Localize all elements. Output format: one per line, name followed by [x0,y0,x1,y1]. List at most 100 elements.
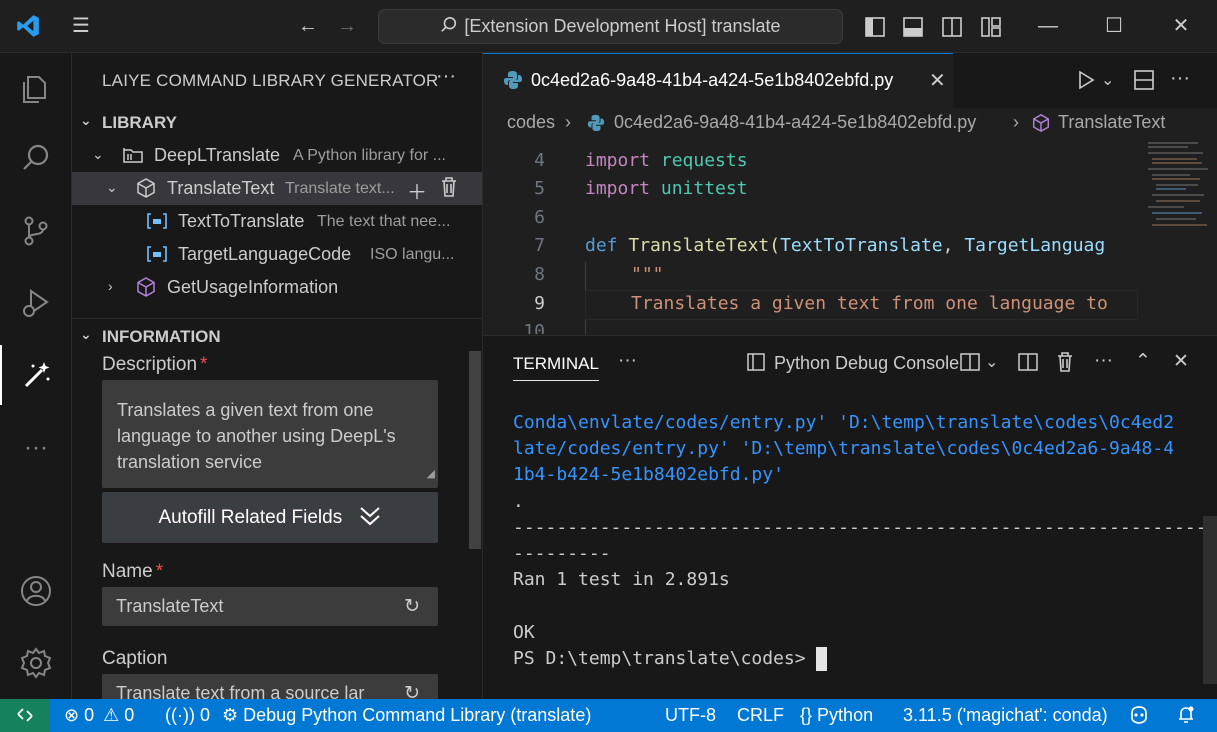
search-text: [Extension Development Host] translate [464,16,781,36]
terminal-cursor [816,646,828,671]
tree-item-deepltranslate[interactable]: ⌄ DeepLTranslate A Python library for ..… [72,139,482,172]
notifications-bell-icon[interactable] [1176,705,1196,730]
eol-indicator[interactable]: CRLF [737,705,784,726]
toggle-panel-icon[interactable] [899,13,927,41]
caption-label: Caption [102,648,168,669]
maximize-icon[interactable]: ☐ [1100,13,1128,41]
settings-gear-icon[interactable] [0,633,72,693]
terminal-prompt-line: PS D:\temp\translate\codes> [513,646,1193,672]
problems-indicator[interactable]: ⊗ 0 ⚠ 0 [64,705,134,726]
breadcrumb-file[interactable]: 0c4ed2a6-9a48-41b4-a424-5e1b8402ebfd.py [614,112,976,133]
description-label: Description * [102,354,208,375]
toggle-sidebar-icon[interactable] [861,13,889,41]
warning-icon: ⚠ [103,705,120,725]
braces-icon: {} [800,705,813,725]
breadcrumb: codes › 0c4ed2a6-9a48-41b4-a424-5e1b8402… [483,108,1217,138]
tree-item-targetlanguagecode[interactable]: TargetLanguageCode ISO langu... [72,238,482,271]
library-icon [122,144,144,166]
trash-icon[interactable] [439,176,459,204]
double-chevron-down-icon [358,507,382,528]
run-debug-icon[interactable] [0,273,72,333]
chevron-down-icon[interactable]: ⌄ [985,352,998,372]
trash-icon[interactable] [1055,351,1075,379]
terminal-scrollbar[interactable] [1203,516,1217,684]
broadcast-icon: ((·)) [165,705,195,725]
more-icon[interactable]: ··· [0,418,72,478]
description-textarea[interactable]: Translates a given text from one languag… [102,380,438,488]
explorer-icon[interactable] [0,59,72,119]
search-icon[interactable] [0,128,72,188]
split-panel-icon[interactable] [1017,352,1039,378]
chevron-down-icon: ⌄ [80,112,92,128]
tree-item-translatetext[interactable]: ⌄ TranslateText Translate text... ＋ [72,172,482,205]
debug-target[interactable]: ⚙ Debug Python Command Library (translat… [222,705,591,726]
chevron-right-icon: › [565,112,571,132]
name-input[interactable]: TranslateText ↻ [102,587,438,626]
breadcrumb-symbol[interactable]: TranslateText [1058,112,1165,133]
run-icon[interactable] [1075,67,1097,97]
terminal-tab[interactable]: TERMINAL [513,354,599,381]
reset-icon[interactable]: ↻ [404,587,420,626]
more-actions-icon[interactable]: ··· [1094,350,1113,372]
code-line: 5 import unittest [534,178,748,199]
autofill-related-fields-button[interactable]: Autofill Related Fields [102,492,438,543]
title-bar: ☰ ← → [Extension Development Host] trans… [0,0,1217,53]
terminal-line: ----------------------------------------… [513,516,1217,538]
tree-item-getusageinformation[interactable]: › GetUsageInformation [72,271,482,304]
forward-arrow-icon[interactable]: → [333,13,361,41]
python-file-icon [503,70,523,90]
command-center-search[interactable]: [Extension Development Host] translate [378,9,843,44]
back-arrow-icon[interactable]: ← [294,13,322,41]
maximize-panel-icon[interactable]: ⌃ [1135,350,1151,373]
terminal-line: Ran 1 test in 2.891s [513,569,730,591]
close-panel-icon[interactable]: ✕ [1173,350,1189,373]
split-terminal-icon[interactable] [959,352,981,378]
add-icon[interactable]: ＋ [407,176,427,205]
editor-tab[interactable]: 0c4ed2a6-9a48-41b4-a424-5e1b8402ebfd.py … [483,53,953,108]
minimap[interactable] [1138,138,1217,334]
chevron-down-icon[interactable]: ⌄ [1101,70,1114,90]
breadcrumb-folder[interactable]: codes [507,112,555,133]
split-editor-icon[interactable] [1133,67,1155,97]
error-icon: ⊗ [64,705,80,725]
close-icon[interactable]: ✕ [1167,13,1195,41]
customize-layout-icon[interactable] [977,13,1005,41]
cube-icon [135,177,157,199]
chevron-right-icon: › [1013,112,1019,132]
remote-indicator-icon[interactable] [0,699,50,732]
close-tab-icon[interactable]: ✕ [929,68,946,93]
code-line: 7 def TranslateText(TextToTranslate, Tar… [534,235,1106,256]
language-mode[interactable]: {} Python [800,705,873,726]
resize-handle-icon[interactable]: ◢ [427,461,435,487]
required-mark: * [200,354,208,375]
cube-icon [1031,112,1051,138]
information-section-header[interactable]: ⌄ INFORMATION [72,323,482,351]
sidebar-title: LAIYE COMMAND LIBRARY GENERATOR [102,71,439,90]
terminal-instance-label[interactable]: Python Debug Console [774,353,959,374]
more-views-icon[interactable]: ··· [618,350,637,372]
encoding-indicator[interactable]: UTF-8 [665,705,716,726]
caption-input[interactable]: Translate text from a source lar ↻ [102,674,438,699]
sidebar-scrollbar[interactable] [469,351,481,549]
status-bar: ⊗ 0 ⚠ 0 ((·)) 0 ⚙ Debug Python Command L… [0,699,1217,732]
magic-wand-icon[interactable] [0,345,72,405]
terminal-line: Conda\envlate/codes/entry.py' 'D:\temp\t… [513,412,1175,433]
minimize-icon[interactable]: — [1034,13,1062,41]
source-control-icon[interactable] [0,201,72,261]
copilot-icon[interactable] [1128,705,1150,730]
terminal-output[interactable]: Conda\envlate/codes/entry.py' 'D:\temp\t… [513,410,1217,672]
more-actions-icon[interactable]: ··· [436,65,456,88]
menu-icon[interactable]: ☰ [67,13,95,41]
code-editor[interactable]: 4 import requests 5 import unittest 6 7 … [483,138,1138,334]
chevron-right-icon: › [108,278,113,294]
toggle-secondary-sidebar-icon[interactable] [938,13,966,41]
python-interpreter[interactable]: 3.11.5 ('magichat': conda) [903,705,1108,726]
terminal-line: late/codes/entry.py' 'D:\temp\translate\… [513,438,1175,460]
ports-indicator[interactable]: ((·)) 0 [165,705,210,726]
reset-icon[interactable]: ↻ [398,674,420,699]
tree-item-texttotranslate[interactable]: TextToTranslate The text that nee... [72,205,482,238]
library-section-header[interactable]: ⌄ LIBRARY [72,109,482,137]
account-icon[interactable] [0,561,72,621]
more-actions-icon[interactable]: ··· [1170,67,1190,90]
